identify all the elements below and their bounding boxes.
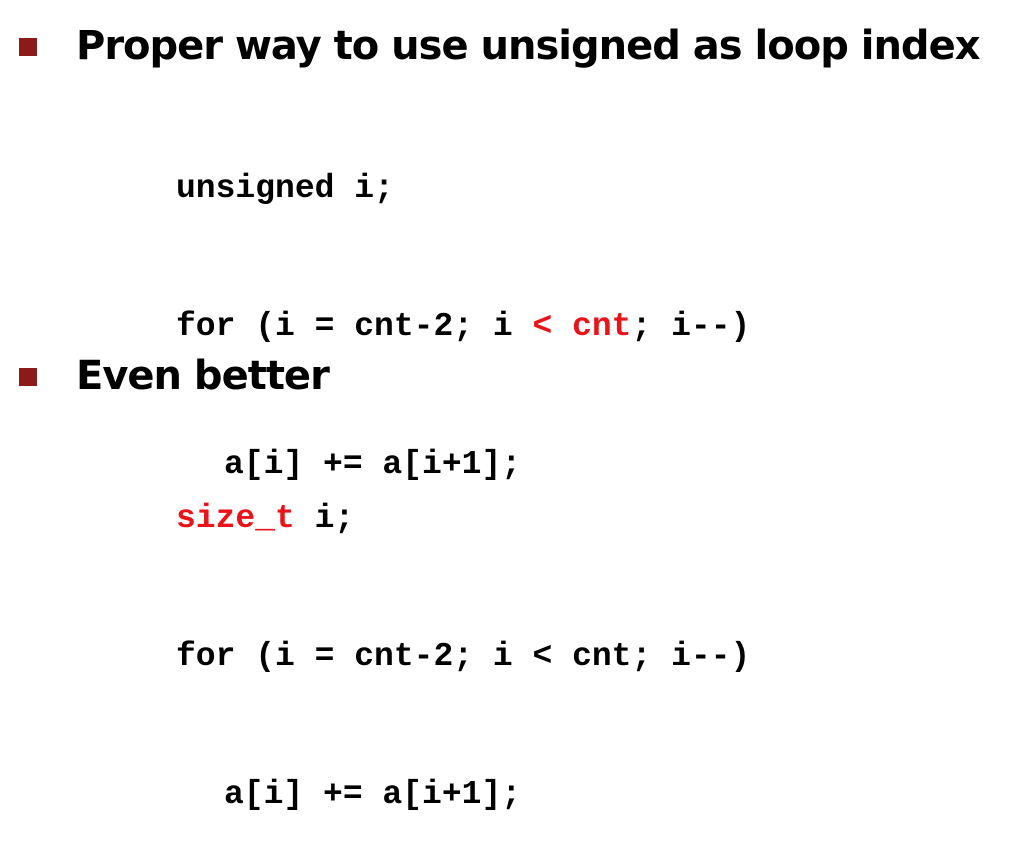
code-line: unsigned i; [176,160,750,218]
code-line: a[i] += a[i+1]; [176,766,750,824]
square-bullet-icon [19,368,37,386]
code-line: for (i = cnt-2; i < cnt; i--) [176,628,750,686]
section1-heading: Proper way to use unsigned as loop index [76,23,980,69]
code-text: for (i = cnt-2; i [176,308,533,345]
section2-heading: Even better [76,353,330,399]
code-text: for (i = cnt-2; i < cnt; i--) [176,638,751,675]
section1-heading-row: Proper way to use unsigned as loop index [0,16,1016,76]
code-highlight: < cnt [532,308,632,345]
code-text: i; [294,500,355,537]
square-bullet-icon [19,38,37,56]
section2-heading-row: Even better [0,346,1016,406]
code-text: unsigned i; [176,170,394,207]
code-text: a[i] += a[i+1]; [224,776,522,813]
code-highlight: size_t [176,500,295,537]
code-text: ; i--) [631,308,751,345]
section2-code-block: size_t i; for (i = cnt-2; i < cnt; i--) … [176,410,750,864]
code-line: size_t i; [176,490,750,548]
